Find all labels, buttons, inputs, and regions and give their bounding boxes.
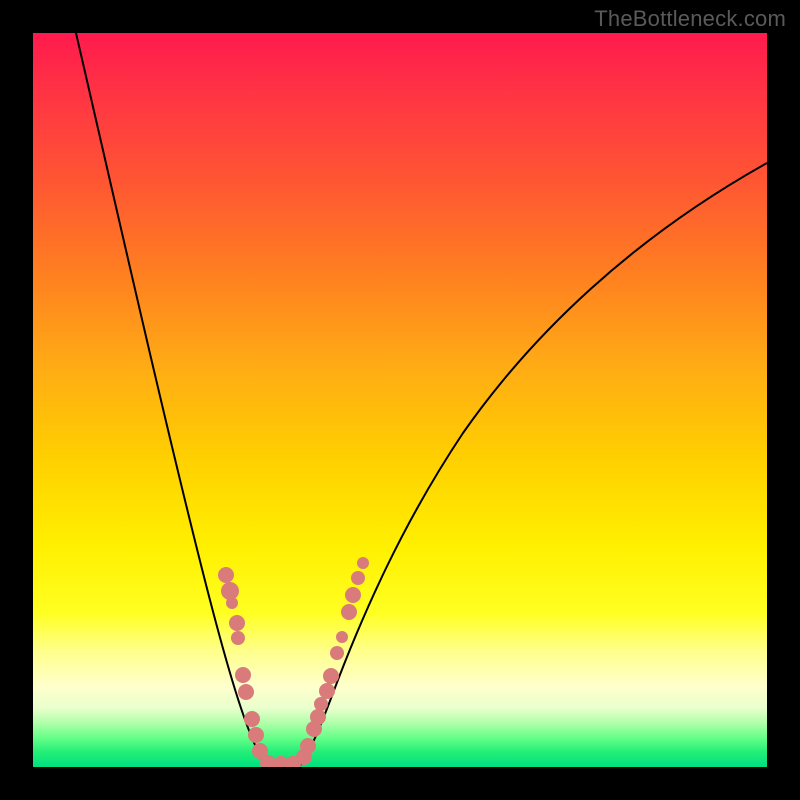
data-marker [310,709,326,725]
data-marker [248,727,264,743]
data-marker [341,604,357,620]
watermark-text: TheBottleneck.com [594,6,786,32]
data-marker [357,557,369,569]
chart-container: TheBottleneck.com [0,0,800,800]
data-marker [221,582,239,600]
data-marker [229,615,245,631]
data-marker [226,597,238,609]
data-marker [244,711,260,727]
data-marker [218,567,234,583]
left-curve-path [76,33,268,767]
plot-area [33,33,767,767]
data-marker [330,646,344,660]
data-marker [319,683,335,699]
data-marker [345,587,361,603]
data-marker [238,684,254,700]
data-marker [231,631,245,645]
data-marker [314,697,328,711]
data-marker [336,631,348,643]
data-marker [300,738,316,754]
data-marker [235,667,251,683]
chart-svg [33,33,767,767]
right-curve-path [298,163,767,767]
marker-group [218,557,369,767]
data-marker [351,571,365,585]
data-marker [323,668,339,684]
